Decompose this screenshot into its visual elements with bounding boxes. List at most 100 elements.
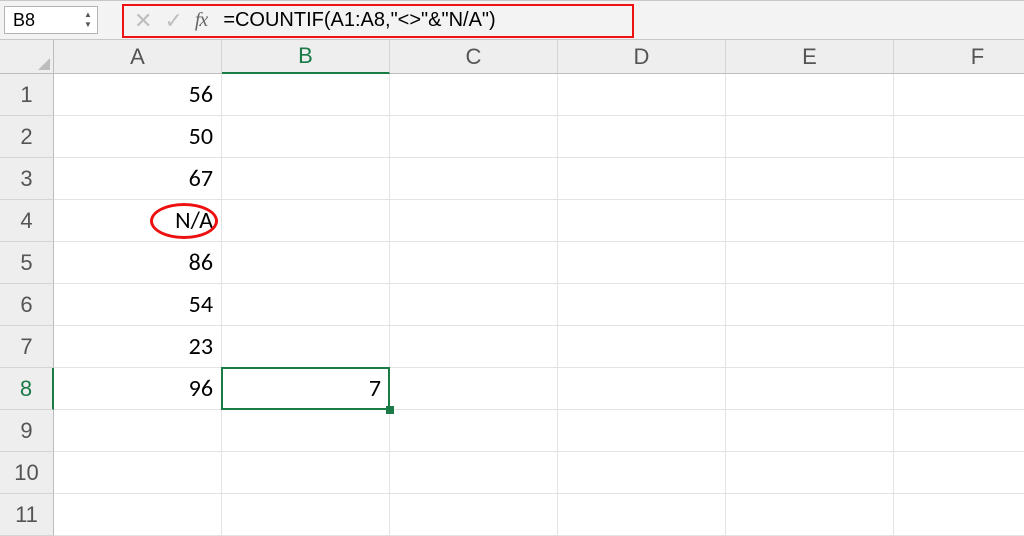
cell-a10[interactable] <box>54 452 222 494</box>
cell-f11[interactable] <box>894 494 1024 536</box>
cell-f6[interactable] <box>894 284 1024 326</box>
row-header-10[interactable]: 10 <box>0 452 54 494</box>
cell-e11[interactable] <box>726 494 894 536</box>
name-box-value: B8 <box>13 10 35 31</box>
cells-area[interactable]: 565067N/A865423967 <box>54 74 1024 536</box>
row-header-7[interactable]: 7 <box>0 326 54 368</box>
cell-c1[interactable] <box>390 74 558 116</box>
table-row: N/A <box>54 200 1024 242</box>
cell-e9[interactable] <box>726 410 894 452</box>
column-header-d[interactable]: D <box>558 40 726 74</box>
column-header-a[interactable]: A <box>54 40 222 74</box>
cell-a5[interactable]: 86 <box>54 242 222 284</box>
cell-f2[interactable] <box>894 116 1024 158</box>
cell-d7[interactable] <box>558 326 726 368</box>
cell-e2[interactable] <box>726 116 894 158</box>
row-header-2[interactable]: 2 <box>0 116 54 158</box>
cell-e7[interactable] <box>726 326 894 368</box>
cell-d9[interactable] <box>558 410 726 452</box>
cell-b1[interactable] <box>222 74 390 116</box>
check-icon[interactable]: ✓ <box>164 7 182 34</box>
cell-d11[interactable] <box>558 494 726 536</box>
cell-d2[interactable] <box>558 116 726 158</box>
cell-b4[interactable] <box>222 200 390 242</box>
row-header-5[interactable]: 5 <box>0 242 54 284</box>
cell-a8[interactable]: 96 <box>54 368 222 410</box>
cell-d3[interactable] <box>558 158 726 200</box>
row-header-6[interactable]: 6 <box>0 284 54 326</box>
cell-d4[interactable] <box>558 200 726 242</box>
formula-input[interactable] <box>223 9 623 32</box>
table-row: 54 <box>54 284 1024 326</box>
cell-f1[interactable] <box>894 74 1024 116</box>
cell-c9[interactable] <box>390 410 558 452</box>
cell-c3[interactable] <box>390 158 558 200</box>
cell-a1[interactable]: 56 <box>54 74 222 116</box>
cell-c10[interactable] <box>390 452 558 494</box>
cell-a6[interactable]: 54 <box>54 284 222 326</box>
cell-d8[interactable] <box>558 368 726 410</box>
table-row <box>54 452 1024 494</box>
fx-icon[interactable]: fx <box>195 9 207 32</box>
table-row <box>54 410 1024 452</box>
cell-d1[interactable] <box>558 74 726 116</box>
cell-f3[interactable] <box>894 158 1024 200</box>
select-all-corner[interactable] <box>0 40 54 74</box>
table-row: 967 <box>54 368 1024 410</box>
cell-d6[interactable] <box>558 284 726 326</box>
cell-c4[interactable] <box>390 200 558 242</box>
cell-e3[interactable] <box>726 158 894 200</box>
name-box-stepper[interactable]: ▲ ▼ <box>79 7 97 33</box>
cell-f5[interactable] <box>894 242 1024 284</box>
cell-a3[interactable]: 67 <box>54 158 222 200</box>
column-header-b[interactable]: B <box>222 40 390 74</box>
cell-e6[interactable] <box>726 284 894 326</box>
table-row: 50 <box>54 116 1024 158</box>
fill-handle[interactable] <box>386 406 394 414</box>
cell-c5[interactable] <box>390 242 558 284</box>
row-header-8[interactable]: 8 <box>0 368 54 410</box>
cell-d10[interactable] <box>558 452 726 494</box>
name-box[interactable]: B8 ▲ ▼ <box>4 6 98 34</box>
cell-b3[interactable] <box>222 158 390 200</box>
cell-a7[interactable]: 23 <box>54 326 222 368</box>
cell-f7[interactable] <box>894 326 1024 368</box>
cell-a2[interactable]: 50 <box>54 116 222 158</box>
cell-b9[interactable] <box>222 410 390 452</box>
cell-c7[interactable] <box>390 326 558 368</box>
cell-f10[interactable] <box>894 452 1024 494</box>
cell-e4[interactable] <box>726 200 894 242</box>
cell-a11[interactable] <box>54 494 222 536</box>
row-header-3[interactable]: 3 <box>0 158 54 200</box>
cell-c2[interactable] <box>390 116 558 158</box>
cell-b5[interactable] <box>222 242 390 284</box>
column-header-c[interactable]: C <box>390 40 558 74</box>
cell-f9[interactable] <box>894 410 1024 452</box>
cancel-icon[interactable]: ✕ <box>134 7 152 34</box>
cell-c11[interactable] <box>390 494 558 536</box>
cell-f8[interactable] <box>894 368 1024 410</box>
cell-c8[interactable] <box>390 368 558 410</box>
cell-b2[interactable] <box>222 116 390 158</box>
table-row: 23 <box>54 326 1024 368</box>
row-header-1[interactable]: 1 <box>0 74 54 116</box>
column-header-e[interactable]: E <box>726 40 894 74</box>
column-header-f[interactable]: F <box>894 40 1024 74</box>
cell-a9[interactable] <box>54 410 222 452</box>
row-header-4[interactable]: 4 <box>0 200 54 242</box>
cell-a4[interactable]: N/A <box>54 200 222 242</box>
cell-f4[interactable] <box>894 200 1024 242</box>
row-header-9[interactable]: 9 <box>0 410 54 452</box>
cell-e8[interactable] <box>726 368 894 410</box>
cell-b7[interactable] <box>222 326 390 368</box>
cell-b10[interactable] <box>222 452 390 494</box>
cell-b8[interactable]: 7 <box>222 368 390 410</box>
cell-e1[interactable] <box>726 74 894 116</box>
cell-c6[interactable] <box>390 284 558 326</box>
cell-d5[interactable] <box>558 242 726 284</box>
row-header-11[interactable]: 11 <box>0 494 54 536</box>
cell-e5[interactable] <box>726 242 894 284</box>
cell-e10[interactable] <box>726 452 894 494</box>
cell-b6[interactable] <box>222 284 390 326</box>
cell-b11[interactable] <box>222 494 390 536</box>
